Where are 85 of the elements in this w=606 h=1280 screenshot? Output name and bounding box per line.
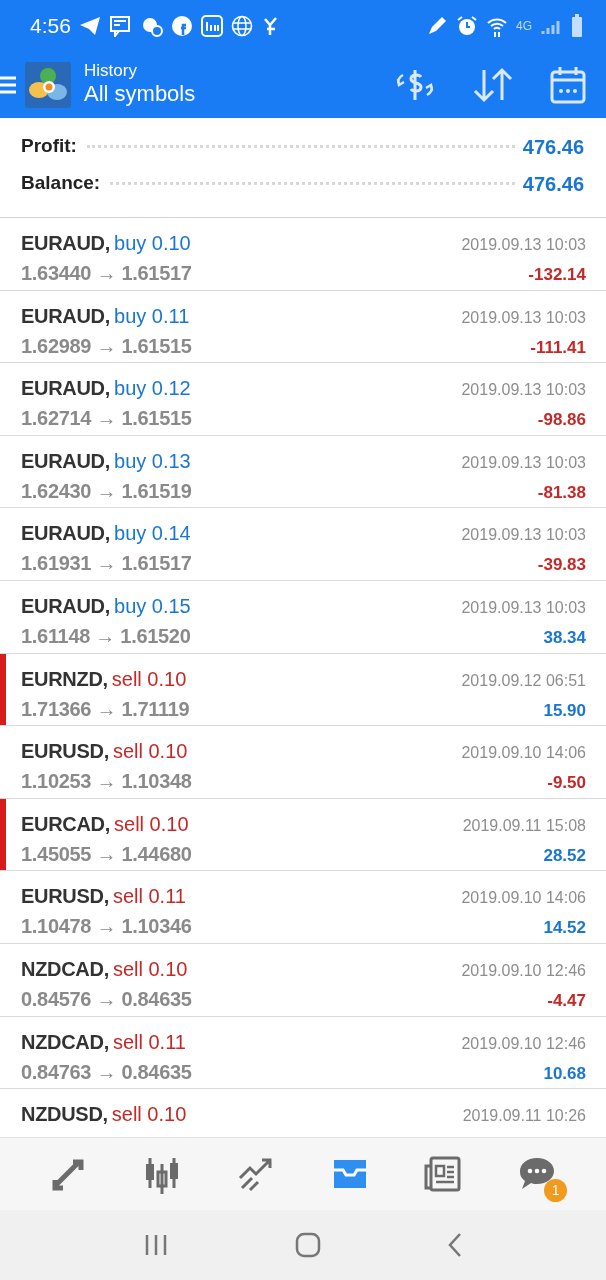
deal-type-text: buy 0.15 [114,593,191,619]
deal-time: 2019.09.13 10:03 [461,380,586,401]
deal-type-text: sell 0.10 [112,739,188,765]
symbol-text: EURAUD, [21,303,110,329]
deal-time: 2019.09.10 14:06 [461,743,586,764]
deal-row[interactable]: EURAUD, buy 0.13 2019.09.13 10:03 1.62430 → 1.61519 -81.38 [0,435,606,509]
deal-type-text: sell 0.10 [114,811,189,837]
deal-row[interactable]: EURUSD, sell 0.11 2019.09.10 14:06 1.10478 → 1.10346 14.52 [0,871,606,944]
symbol-text: EURNZD, [21,666,108,692]
symbol-text: EURAUD, [21,448,110,474]
deal-time: 2019.09.12 06:51 [461,670,586,691]
deal-row[interactable]: EURAUD, buy 0.12 2019.09.13 10:03 1.62714 → 1.61515 -98.86 [0,363,606,436]
deal-time: 2019.09.11 10:26 [462,1106,586,1127]
profit-value: 28.52 [543,844,586,867]
price-text: 0.84763 → 0.84635 [21,1059,192,1085]
deal-time: 2019.09.10 12:46 [461,960,586,981]
deal-type-text: sell 0.11 [112,1029,186,1055]
deal-time: 2019.09.13 10:03 [461,525,586,546]
deal-row[interactable]: EURNZD, sell 0.10 2019.09.12 06:51 1.71366 → 1.71119 15.90 [0,653,606,727]
deal-time: 2019.09.10 12:46 [461,1033,586,1054]
symbol-text: EURAUD, [21,231,110,256]
price-text: 1.61148 → 1.61520 [21,623,191,649]
profit-value: 14.52 [543,917,586,940]
profit-value: -132.14 [528,264,586,286]
summary-label: Balance: [21,171,101,196]
symbol-text: NZDCAD, [21,1029,109,1055]
symbol-text: EURAUD, [21,593,110,619]
deal-type-text: sell 0.10 [112,956,188,982]
filter-title: All symbols [84,81,196,108]
deal-time: 2019.09.13 10:03 [461,307,586,328]
summary-value: 476.46 [522,171,584,197]
deal-row[interactable]: EURAUD, buy 0.15 2019.09.13 10:03 1.61148 → 1.61520 38.34 [0,580,606,654]
network-text: 4G [516,18,532,35]
symbol-text: EURAUD, [21,376,110,402]
profit-value: -9.50 [547,772,586,795]
deal-row[interactable]: EURAUD, buy 0.10 2019.09.13 10:03 1.63440 → 1.61517 -132.14 [0,218,606,291]
price-text: 1.63440 → 1.61517 [21,261,192,286]
profit-value: 15.90 [543,699,586,722]
profit-value: 38.34 [543,626,586,649]
deal-row[interactable]: EURAUD, buy 0.14 2019.09.13 10:03 1.61931 → 1.61517 -39.83 [0,508,606,581]
deal-time: 2019.09.13 10:03 [461,235,586,255]
clock-text: 4:56 [30,13,71,40]
deal-row[interactable]: NZDCAD, sell 0.10 2019.09.10 12:46 0.84576 → 0.84635 -4.47 [0,943,606,1017]
deal-time: 2019.09.11 15:08 [462,815,586,836]
summary-label: Profit: [21,134,77,159]
deal-type-text: buy 0.13 [114,448,191,474]
deal-time: 2019.09.10 14:06 [461,888,586,909]
profit-value: 10.68 [543,1062,586,1085]
profit-value: -111.41 [530,336,586,359]
price-text: 1.61931 → 1.61517 [21,551,192,577]
deal-row[interactable]: EURUSD, sell 0.10 2019.09.10 14:06 1.10253 → 1.10348 -9.50 [0,726,606,799]
deal-type-text: buy 0.11 [114,303,190,329]
price-text: 1.62989 → 1.61515 [21,333,192,359]
symbol-text: NZDCAD, [21,956,109,982]
deal-row[interactable]: EURAUD, buy 0.11 2019.09.13 10:03 1.62989 → 1.61515 -111.41 [0,290,606,364]
symbol-text: EURUSD, [21,884,109,910]
price-text: 1.62430 → 1.61519 [21,478,192,504]
deal-time: 2019.09.13 10:03 [461,452,586,473]
profit-value: -98.86 [537,409,586,432]
price-text: 1.10253 → 1.10348 [21,769,192,795]
deal-type-text: buy 0.14 [114,521,191,547]
symbol-text: NZDUSD, [21,1102,108,1128]
deal-type-text: sell 0.10 [111,666,187,692]
summary-value: 476.46 [522,134,584,160]
deal-type-text: buy 0.12 [114,376,191,402]
notification-count: 1 [544,1179,568,1202]
profit-value: -81.38 [537,481,586,504]
screen-title: History [84,62,138,82]
deal-type-text: buy 0.10 [114,231,191,256]
deal-type-text: sell 0.11 [112,884,186,910]
symbol-text: EURUSD, [21,739,109,765]
profit-value: -39.83 [537,554,586,577]
price-text: 0.84576 → 0.84635 [21,986,192,1012]
deal-type-text: sell 0.10 [111,1102,187,1128]
symbol-text: EURCAD, [21,811,110,837]
price-text: 1.71366 → 1.71119 [21,696,190,722]
profit-value: -4.47 [547,989,586,1012]
price-text: 1.45055 → 1.44680 [21,841,192,867]
price-text: 1.10478 → 1.10346 [21,914,192,940]
price-text: 1.62714 → 1.61515 [21,406,192,432]
deal-row[interactable]: NZDUSD, sell 0.10 2019.09.11 10:26 [0,1089,606,1137]
deal-time: 2019.09.13 10:03 [461,597,586,618]
deal-row[interactable]: EURCAD, sell 0.10 2019.09.11 15:08 1.45055 → 1.44680 28.52 [0,798,606,872]
deal-row[interactable]: NZDCAD, sell 0.11 2019.09.10 12:46 0.84763 → 0.84635 10.68 [0,1016,606,1090]
symbol-text: EURAUD, [21,521,110,547]
